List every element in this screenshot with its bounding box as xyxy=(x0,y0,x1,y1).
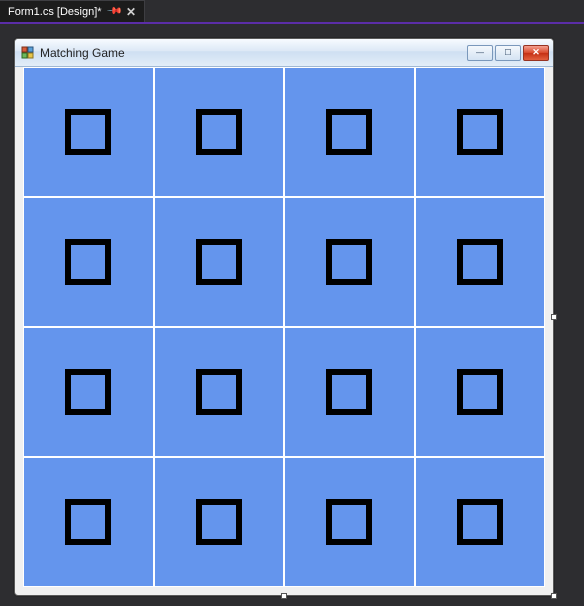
grid-cell[interactable] xyxy=(284,197,415,327)
tab-bar: Form1.cs [Design]* 📌 ✕ xyxy=(0,0,584,24)
form-window[interactable]: Matching Game — ☐ ✕ xyxy=(14,38,554,596)
grid-cell[interactable] xyxy=(154,67,285,197)
square-icon xyxy=(457,499,503,545)
grid-cell[interactable] xyxy=(23,67,154,197)
close-button[interactable]: ✕ xyxy=(523,45,549,61)
grid-cell[interactable] xyxy=(23,197,154,327)
square-icon xyxy=(457,109,503,155)
minimize-button[interactable]: — xyxy=(467,45,493,61)
grid-cell[interactable] xyxy=(415,457,546,587)
resize-handle-right[interactable] xyxy=(551,314,557,320)
pin-icon[interactable]: 📌 xyxy=(105,3,122,20)
square-icon xyxy=(326,369,372,415)
grid-cell[interactable] xyxy=(284,67,415,197)
square-icon xyxy=(196,499,242,545)
grid-cell[interactable] xyxy=(154,197,285,327)
app-icon xyxy=(21,46,35,60)
grid-cell[interactable] xyxy=(284,457,415,587)
grid-cell[interactable] xyxy=(415,197,546,327)
square-icon xyxy=(196,239,242,285)
square-icon xyxy=(196,109,242,155)
resize-handle-corner[interactable] xyxy=(551,593,557,599)
window-title: Matching Game xyxy=(40,46,467,60)
square-icon xyxy=(196,369,242,415)
grid-cell[interactable] xyxy=(415,327,546,457)
square-icon xyxy=(65,499,111,545)
grid-cell[interactable] xyxy=(23,457,154,587)
grid-cell[interactable] xyxy=(154,457,285,587)
grid-cell[interactable] xyxy=(154,327,285,457)
resize-handle-bottom[interactable] xyxy=(281,593,287,599)
square-icon xyxy=(326,109,372,155)
game-grid xyxy=(23,67,545,587)
document-tab[interactable]: Form1.cs [Design]* 📌 ✕ xyxy=(0,0,145,22)
titlebar[interactable]: Matching Game — ☐ ✕ xyxy=(15,39,553,67)
square-icon xyxy=(326,239,372,285)
form-client-area xyxy=(23,67,545,587)
square-icon xyxy=(65,239,111,285)
square-icon xyxy=(457,369,503,415)
square-icon xyxy=(457,239,503,285)
square-icon xyxy=(65,369,111,415)
square-icon xyxy=(326,499,372,545)
designer-surface[interactable]: Matching Game — ☐ ✕ xyxy=(0,24,584,606)
grid-cell[interactable] xyxy=(415,67,546,197)
maximize-button[interactable]: ☐ xyxy=(495,45,521,61)
window-buttons: — ☐ ✕ xyxy=(467,45,549,61)
grid-cell[interactable] xyxy=(284,327,415,457)
square-icon xyxy=(65,109,111,155)
close-tab-icon[interactable]: ✕ xyxy=(126,6,136,18)
grid-cell[interactable] xyxy=(23,327,154,457)
tab-label: Form1.cs [Design]* xyxy=(8,6,102,18)
